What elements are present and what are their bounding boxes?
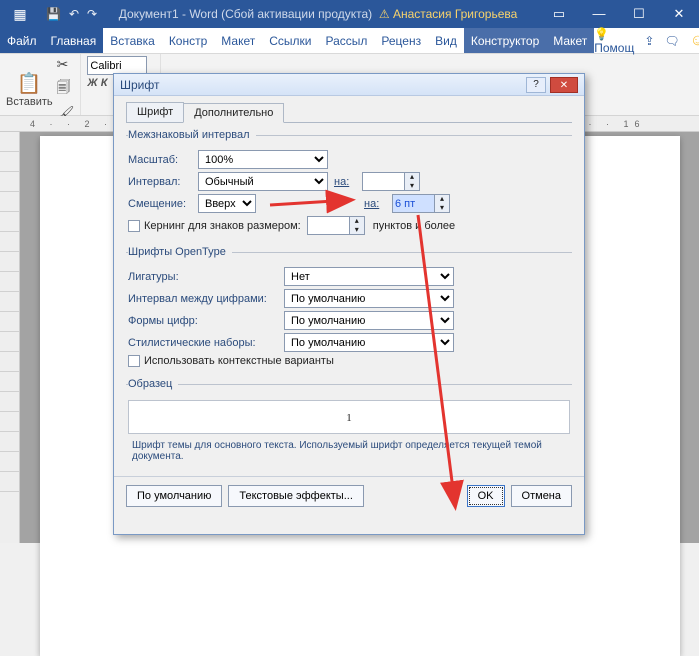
set-default-button[interactable]: По умолчанию [126, 485, 222, 507]
comments-icon[interactable]: 🗨 [664, 34, 679, 48]
warning-icon: ⚠ [379, 7, 390, 21]
tab-review[interactable]: Реценз [374, 28, 428, 53]
ligatures-label: Лигатуры: [128, 271, 278, 283]
dialog-footer: По умолчанию Текстовые эффекты... OK Отм… [114, 476, 584, 515]
kerning-spinner[interactable]: ▴▾ [307, 216, 367, 235]
tab-layout2[interactable]: Макет [546, 28, 594, 53]
preview-group: Образец 1 Шрифт темы для основного текст… [126, 378, 572, 466]
minimize-icon[interactable]: — [579, 6, 619, 22]
word-app-icon: ▦ [0, 6, 40, 23]
ligatures-combo[interactable]: Нет [284, 267, 454, 286]
scale-label: Масштаб: [128, 154, 192, 166]
position-combo[interactable]: Вверх [198, 194, 256, 213]
tab-view[interactable]: Вид [428, 28, 464, 53]
cut-icon[interactable]: ✂ [57, 56, 75, 73]
dialog-tab-font[interactable]: Шрифт [126, 102, 184, 122]
position-by-spinner[interactable]: ▴▾ [392, 194, 452, 213]
preview-box: 1 [128, 400, 570, 434]
position-label: Смещение: [128, 198, 192, 210]
cancel-button[interactable]: Отмена [511, 485, 572, 507]
paste-button[interactable]: 📋 Вставить [6, 71, 53, 108]
dialog-titlebar[interactable]: Шрифт ? ✕ [114, 74, 584, 96]
tab-mailings[interactable]: Рассыл [319, 28, 375, 53]
preview-hint: Шрифт темы для основного текста. Использ… [128, 438, 570, 464]
tab-design[interactable]: Констр [162, 28, 214, 53]
spacing-combo[interactable]: Обычный [198, 172, 328, 191]
qat-undo-icon[interactable]: ↶ [69, 7, 79, 21]
spacing-by-spinner[interactable]: ▴▾ [362, 172, 422, 191]
qat-save-icon[interactable]: 💾 [46, 7, 61, 21]
tab-insert[interactable]: Вставка [103, 28, 162, 53]
num-forms-combo[interactable]: По умолчанию [284, 311, 454, 330]
stylistic-label: Стилистические наборы: [128, 337, 278, 349]
text-effects-button[interactable]: Текстовые эффекты... [228, 485, 364, 507]
maximize-icon[interactable]: ☐ [619, 6, 659, 22]
num-spacing-label: Интервал между цифрами: [128, 293, 278, 305]
vertical-ruler[interactable] [0, 132, 20, 543]
character-spacing-group: Межзнаковый интервал Масштаб: 100% Интер… [126, 129, 572, 240]
kerning-checkbox[interactable]: Кернинг для знаков размером: [128, 220, 301, 232]
ribbon-tabs: Файл Главная Вставка Констр Макет Ссылки… [0, 28, 699, 54]
tell-me[interactable]: 💡 Помощ [594, 27, 634, 55]
dialog-tabs: Шрифт Дополнительно [126, 102, 572, 123]
tab-layout[interactable]: Макет [214, 28, 262, 53]
ribbon-options-icon[interactable]: ▭ [539, 6, 579, 22]
ok-button[interactable]: OK [467, 485, 505, 507]
share-icon[interactable]: ⇪ [644, 34, 654, 48]
contextual-checkbox[interactable]: Использовать контекстные варианты [128, 355, 334, 367]
opentype-group: Шрифты OpenType Лигатуры:Нет Интервал ме… [126, 246, 572, 372]
tab-references[interactable]: Ссылки [262, 28, 318, 53]
position-by-label: на: [364, 198, 386, 210]
dialog-tab-advanced[interactable]: Дополнительно [183, 103, 284, 123]
kerning-suffix: пунктов и более [373, 220, 455, 232]
dialog-close-icon[interactable]: ✕ [550, 77, 578, 93]
num-spacing-combo[interactable]: По умолчанию [284, 289, 454, 308]
scale-combo[interactable]: 100% [198, 150, 328, 169]
copy-icon[interactable]: 🗐 [57, 77, 75, 101]
document-title: Документ1 - Word [119, 7, 218, 21]
clipboard-icon: 📋 [17, 71, 42, 96]
spacing-by-label: на: [334, 176, 356, 188]
tab-home[interactable]: Главная [44, 28, 104, 53]
qat-redo-icon[interactable]: ↷ [87, 7, 97, 21]
feedback-icon[interactable]: ☺ [690, 32, 699, 50]
spacing-label: Интервал: [128, 176, 192, 188]
window-titlebar: ▦ 💾 ↶ ↷ Документ1 - Word (Сбой активации… [0, 0, 699, 28]
font-dialog: Шрифт ? ✕ Шрифт Дополнительно Межзнаковы… [113, 73, 585, 535]
num-forms-label: Формы цифр: [128, 315, 278, 327]
tab-file[interactable]: Файл [0, 28, 44, 53]
activation-status: (Сбой активации продукта) [221, 7, 372, 21]
tab-constructor[interactable]: Конструктор [464, 28, 546, 53]
dialog-help-icon[interactable]: ? [526, 77, 546, 93]
stylistic-combo[interactable]: По умолчанию [284, 333, 454, 352]
user-name: Анастасия Григорьева [393, 7, 517, 21]
close-icon[interactable]: ✕ [659, 6, 699, 22]
dialog-title: Шрифт [120, 78, 526, 92]
